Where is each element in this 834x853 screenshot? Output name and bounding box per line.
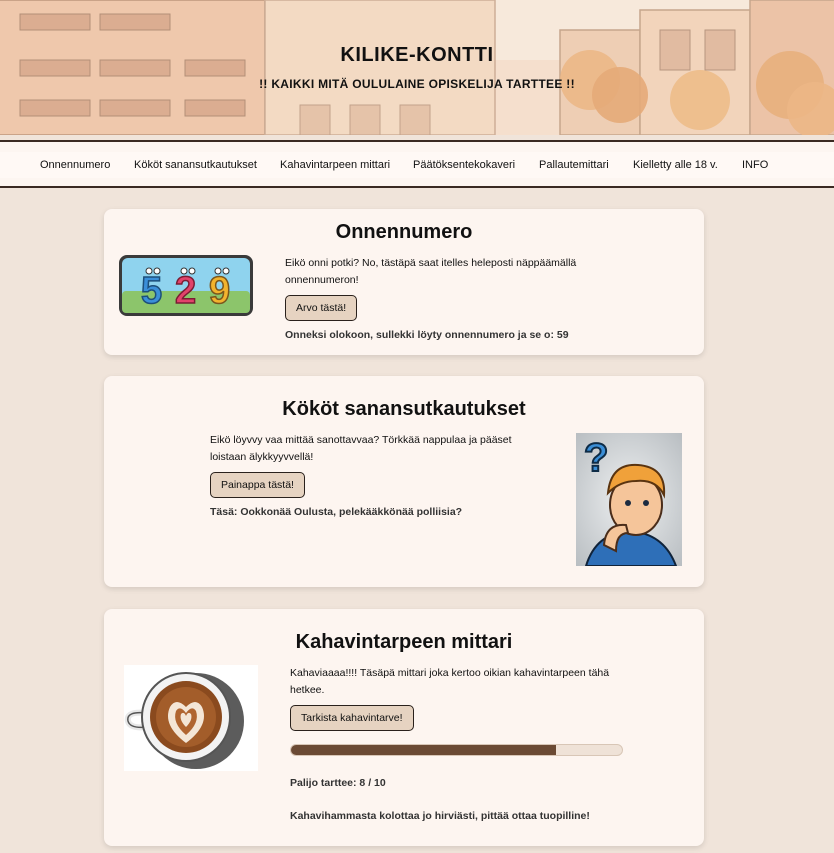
card-description: Kahaviaaaa!!!! Täsäpä mittari joka kerto… [290, 667, 610, 696]
card-title: Onnennumero [335, 221, 473, 243]
site-subtitle: !! KAIKKI MITÄ OULULAINE OPISKELIJA TART… [259, 77, 575, 91]
nav-item-onnennumero[interactable]: Onnennumero [40, 159, 110, 171]
thinking-boy-image: ? [576, 433, 682, 566]
nav-item-info[interactable]: INFO [742, 159, 768, 171]
saying-result: Täsä: Ookkonää Oulusta, pelekääkkönää po… [210, 506, 463, 518]
coffee-meter-text: Palijo tarttee: 8 / 10 [290, 777, 386, 789]
card-lucky-number: Onnennumero 5 2 9 Eikö onni potki? No, t… [104, 209, 704, 355]
nav-item-kielletty[interactable]: Kielletty alle 18 v. [633, 159, 718, 171]
site-title: KILIKE-KONTTI [340, 44, 494, 66]
card-coffee-meter: Kahavintarpeen mittari Kahaviaaaa!!!! Tä… [104, 609, 704, 846]
nav-item-paatoksentekokaveri[interactable]: Päätöksentekokaveri [413, 159, 515, 171]
digit-9-glyph: 9 [209, 270, 230, 312]
card-sayings: Kököt sanansutkautukset Eikö löyvvy vaa … [104, 376, 704, 587]
coffee-cup-image [124, 665, 258, 771]
check-coffee-need-button[interactable]: Tarkista kahavintarve! [290, 705, 414, 731]
numbers-image: 5 2 9 [119, 255, 253, 316]
main-nav: Onnennumero Kököt sanansutkautukset Kaha… [0, 140, 834, 188]
card-title: Kahavintarpeen mittari [295, 631, 513, 653]
header-banner: KILIKE-KONTTI !! KAIKKI MITÄ OULULAINE O… [0, 0, 834, 135]
nav-item-pallautemittari[interactable]: Pallautemittari [539, 159, 609, 171]
nav-item-kokot-sanansutkautukset[interactable]: Kököt sanansutkautukset [134, 159, 257, 171]
city-illustration [0, 0, 834, 135]
digit-5-glyph: 5 [141, 270, 162, 312]
card-description: Eikö löyvvy vaa mittää sanottavvaa? Törk… [210, 434, 512, 463]
draw-number-button[interactable]: Arvo tästä! [285, 295, 358, 321]
coffee-message: Kahavihammasta kolottaa jo hirviästi, pi… [290, 810, 590, 822]
lucky-number-result: Onneksi olokoon, sullekki löyty onnennum… [285, 329, 569, 341]
coffee-meter-fill [291, 745, 556, 755]
card-description: Eikö onni potki? No, tästäpä saat itelle… [285, 257, 577, 286]
digit-2-glyph: 2 [175, 270, 196, 312]
nav-item-kahavintarpeen-mittari[interactable]: Kahavintarpeen mittari [280, 159, 390, 171]
show-saying-button[interactable]: Painappa tästä! [210, 472, 305, 498]
svg-text:?: ? [584, 436, 608, 480]
coffee-meter-bar [290, 744, 623, 756]
card-title: Kököt sanansutkautukset [282, 398, 526, 420]
